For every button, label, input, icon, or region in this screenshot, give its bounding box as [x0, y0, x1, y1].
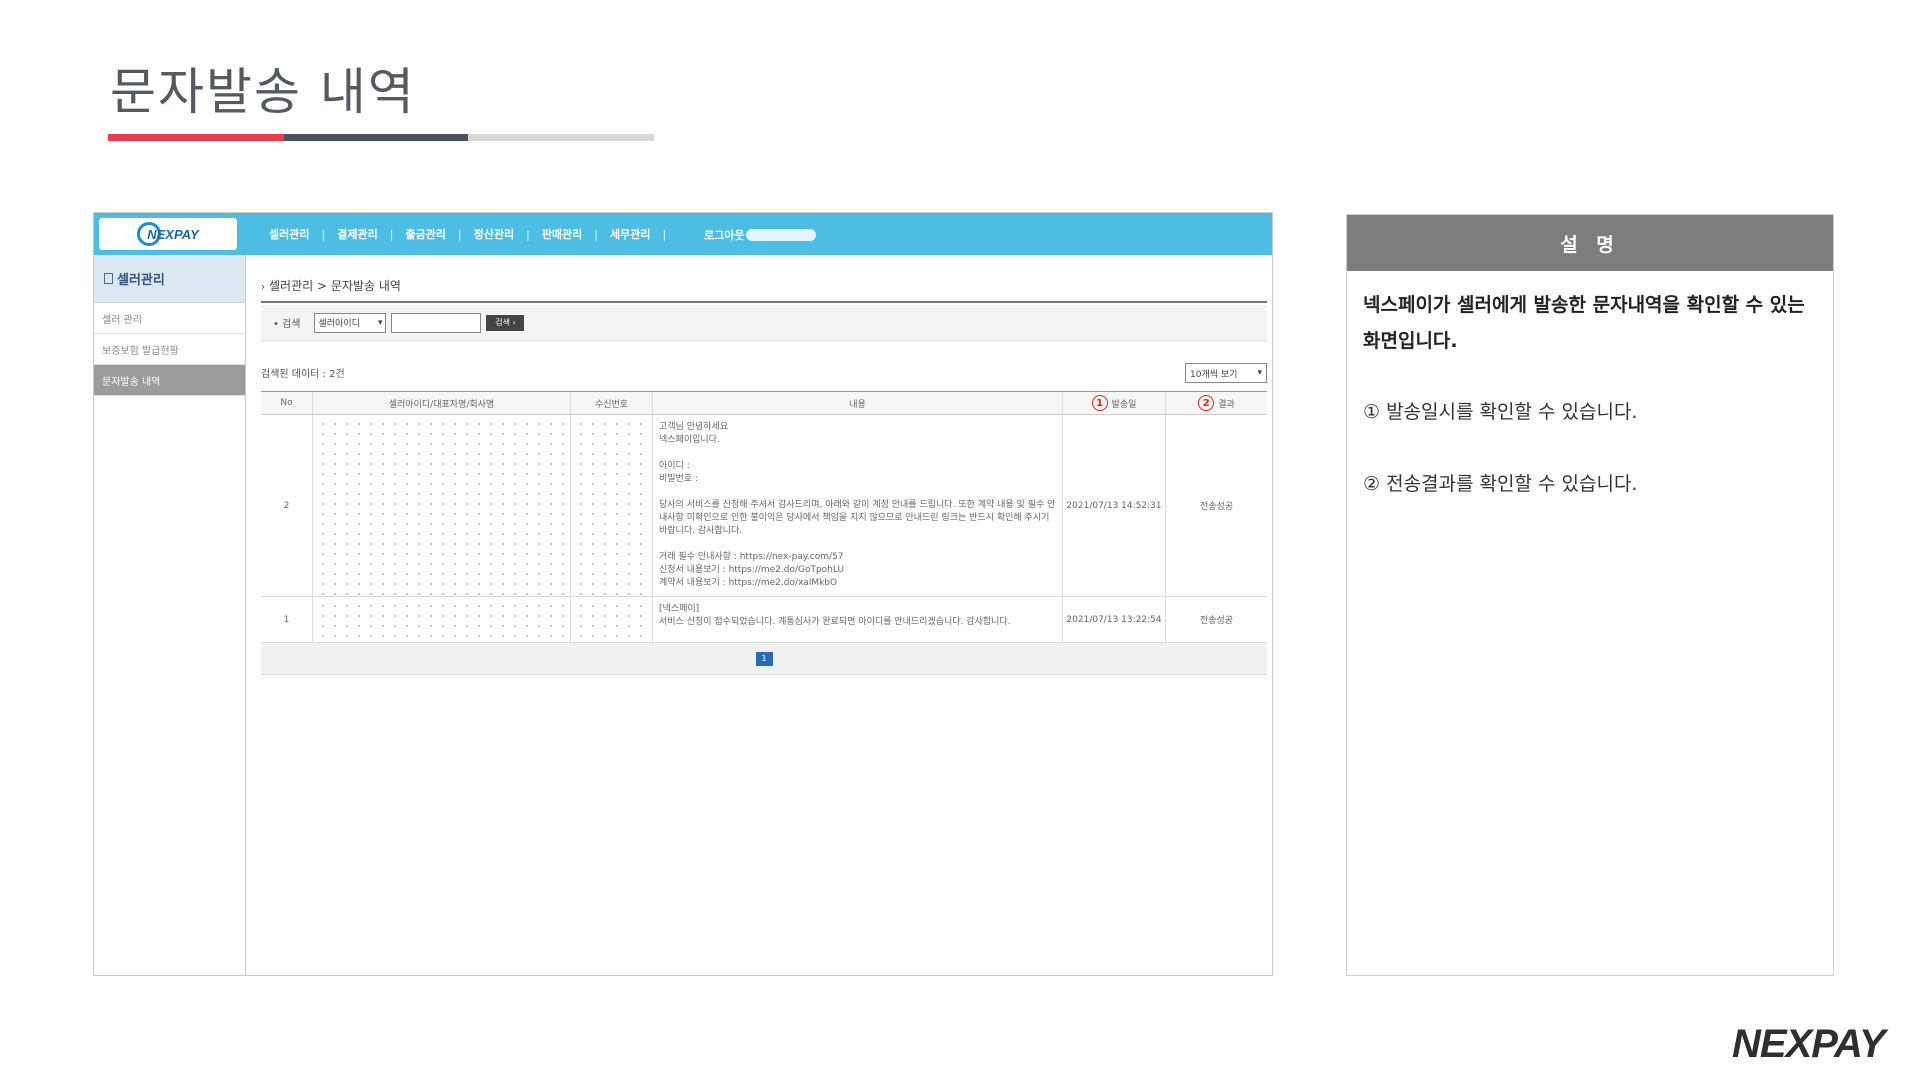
row-send-date: 2021/07/13 13:22:54 [1063, 597, 1166, 642]
nav-item-seller[interactable]: 셀러관리 [269, 226, 309, 242]
nav-item-tax[interactable]: 세무관리 [610, 226, 650, 242]
redacted-phone-number [571, 415, 653, 596]
breadcrumb: › 셀러관리 > 문자발송 내역 [261, 277, 401, 294]
table-row[interactable]: 1 [넥스페이] 서비스 신청이 접수되었습니다. 계통심사가 완료되면 아이디… [261, 597, 1267, 643]
page-button-1[interactable]: 1 [755, 651, 773, 666]
sidebar: 셀러관리 셀러 관리 보증보험 발급현황 문자발송 내역 [94, 255, 246, 975]
main-content: › 셀러관리 > 문자발송 내역 • 검색 셀러아이디 ▾ 검색 › 검색된 데이… [261, 255, 1267, 955]
breadcrumb-text: 셀러관리 > 문자발송 내역 [269, 279, 401, 293]
description-header: 설 명 [1347, 215, 1833, 271]
main-menu: 셀러관리 | 결제관리 | 출금관리 | 정산관리 | 판매관리 | 세무관리 | [269, 213, 678, 255]
sms-history-table: No 셀러아이디/대표자명/회사명 수신번호 내용 1 발송일 2 결과 2 고객님… [261, 391, 1267, 675]
column-header-body: 내용 [653, 392, 1063, 414]
row-send-date: 2021/07/13 14:52:31 [1063, 415, 1166, 596]
search-input[interactable] [391, 312, 482, 333]
sidebar-item-sms-history[interactable]: 문자발송 내역 [94, 365, 245, 396]
search-field-select[interactable]: 셀러아이디 ▾ [314, 312, 387, 333]
result-count: 검색된 데이터 : 2건 [261, 369, 345, 380]
column-header-seller: 셀러아이디/대표자명/회사명 [313, 392, 571, 414]
row-result: 전송성공 [1199, 502, 1234, 512]
admin-screenshot: NEXPAY 셀러관리 | 결제관리 | 출금관리 | 정산관리 | 판매관리 | 세무관… [93, 212, 1273, 976]
logo-text: NEXPAY [147, 226, 199, 242]
nav-separator: | [526, 227, 530, 241]
title-underline [108, 134, 654, 141]
search-select-value: 셀러아이디 [318, 319, 360, 329]
underline-dark-segment [284, 134, 468, 141]
document-icon [104, 273, 113, 284]
message-text: [넥스페이] 서비스 신청이 접수되었습니다. 계통심사가 완료되면 아이디를 … [659, 604, 1011, 627]
column-header-result-label: 결과 [1218, 399, 1235, 410]
column-header-date-label: 발송일 [1111, 399, 1137, 410]
nav-item-payment[interactable]: 결제관리 [337, 226, 377, 242]
search-bar: • 검색 셀러아이디 ▾ 검색 › [261, 305, 1267, 341]
row-message-body: 고객님 안녕하세요 넥스페이입니다. 아이디 : 비밀번호 : 당사의 서비스를… [653, 415, 1063, 596]
description-item-2: ② 전송결과를 확인할 수 있습니다. [1363, 473, 1638, 495]
logout-link[interactable]: 로그아웃 [704, 227, 817, 243]
top-navigation-bar: NEXPAY 셀러관리 | 결제관리 | 출금관리 | 정산관리 | 판매관리 | 세무관… [94, 213, 1272, 255]
column-header-result: 2 결과 [1166, 392, 1267, 414]
breadcrumb-divider [261, 301, 1267, 303]
nav-item-settlement[interactable]: 정산관리 [474, 226, 514, 242]
logout-label: 로그아웃 [704, 229, 745, 242]
search-button[interactable]: 검색 › [486, 314, 525, 331]
table-row[interactable]: 2 고객님 안녕하세요 넥스페이입니다. 아이디 : 비밀번호 : 당사의 서비… [261, 415, 1267, 597]
redacted-username [746, 229, 817, 241]
description-item-1: ① 발송일시를 확인할 수 있습니다. [1363, 401, 1638, 423]
nav-separator: | [662, 227, 667, 241]
redacted-seller-info [313, 415, 571, 596]
nav-separator: | [389, 227, 394, 241]
nexpay-logo[interactable]: NEXPAY [99, 218, 237, 250]
marker-2: 2 [1198, 395, 1215, 411]
nav-item-withdrawal[interactable]: 출금관리 [405, 226, 445, 242]
sidebar-item-guarantee-insurance[interactable]: 보증보험 발급현황 [94, 334, 245, 365]
search-label: • 검색 [273, 319, 301, 330]
nav-item-sales[interactable]: 판매관리 [542, 226, 582, 242]
redacted-phone-number [571, 597, 653, 642]
row-no: 2 [261, 415, 313, 596]
redacted-seller-info [313, 597, 571, 642]
underline-light-segment [468, 134, 654, 141]
row-no: 1 [261, 597, 313, 642]
nexpay-brand-logo: NEXPAY [1732, 1022, 1886, 1066]
column-header-date: 1 발송일 [1063, 392, 1166, 414]
table-header: No 셀러아이디/대표자명/회사명 수신번호 내용 1 발송일 2 결과 [261, 392, 1267, 415]
marker-1: 1 [1091, 395, 1108, 411]
breadcrumb-arrow-icon: › [261, 282, 265, 293]
sidebar-title: 셀러관리 [117, 273, 165, 288]
row-message-body: [넥스페이] 서비스 신청이 접수되었습니다. 계통심사가 완료되면 아이디를 … [653, 597, 1063, 642]
per-page-select[interactable]: 10개씩 보기 ▾ [1185, 363, 1267, 383]
nav-separator: | [321, 227, 326, 241]
row-result: 전송성공 [1199, 616, 1234, 626]
description-panel: 설 명 넥스페이가 셀러에게 발송한 문자내역을 확인할 수 있는 화면입니다.… [1346, 214, 1834, 976]
sidebar-header: 셀러관리 [94, 255, 245, 303]
sidebar-item-seller-management[interactable]: 셀러 관리 [94, 303, 245, 334]
column-header-phone: 수신번호 [571, 392, 653, 414]
message-text: 고객님 안녕하세요 넥스페이입니다. 아이디 : 비밀번호 : 당사의 서비스를… [659, 422, 1056, 588]
slide-title: 문자발송 내역 [110, 63, 416, 121]
column-header-no: No [261, 392, 313, 414]
description-lead: 넥스페이가 셀러에게 발송한 문자내역을 확인할 수 있는 화면입니다. [1363, 294, 1805, 352]
chevron-down-icon: ▾ [377, 317, 383, 328]
chevron-down-icon: ▾ [1257, 368, 1262, 378]
per-page-value: 10개씩 보기 [1190, 369, 1238, 380]
underline-red-segment [108, 134, 284, 141]
nav-separator: | [457, 227, 462, 241]
pagination: 1 [261, 643, 1267, 675]
nav-separator: | [594, 227, 599, 241]
